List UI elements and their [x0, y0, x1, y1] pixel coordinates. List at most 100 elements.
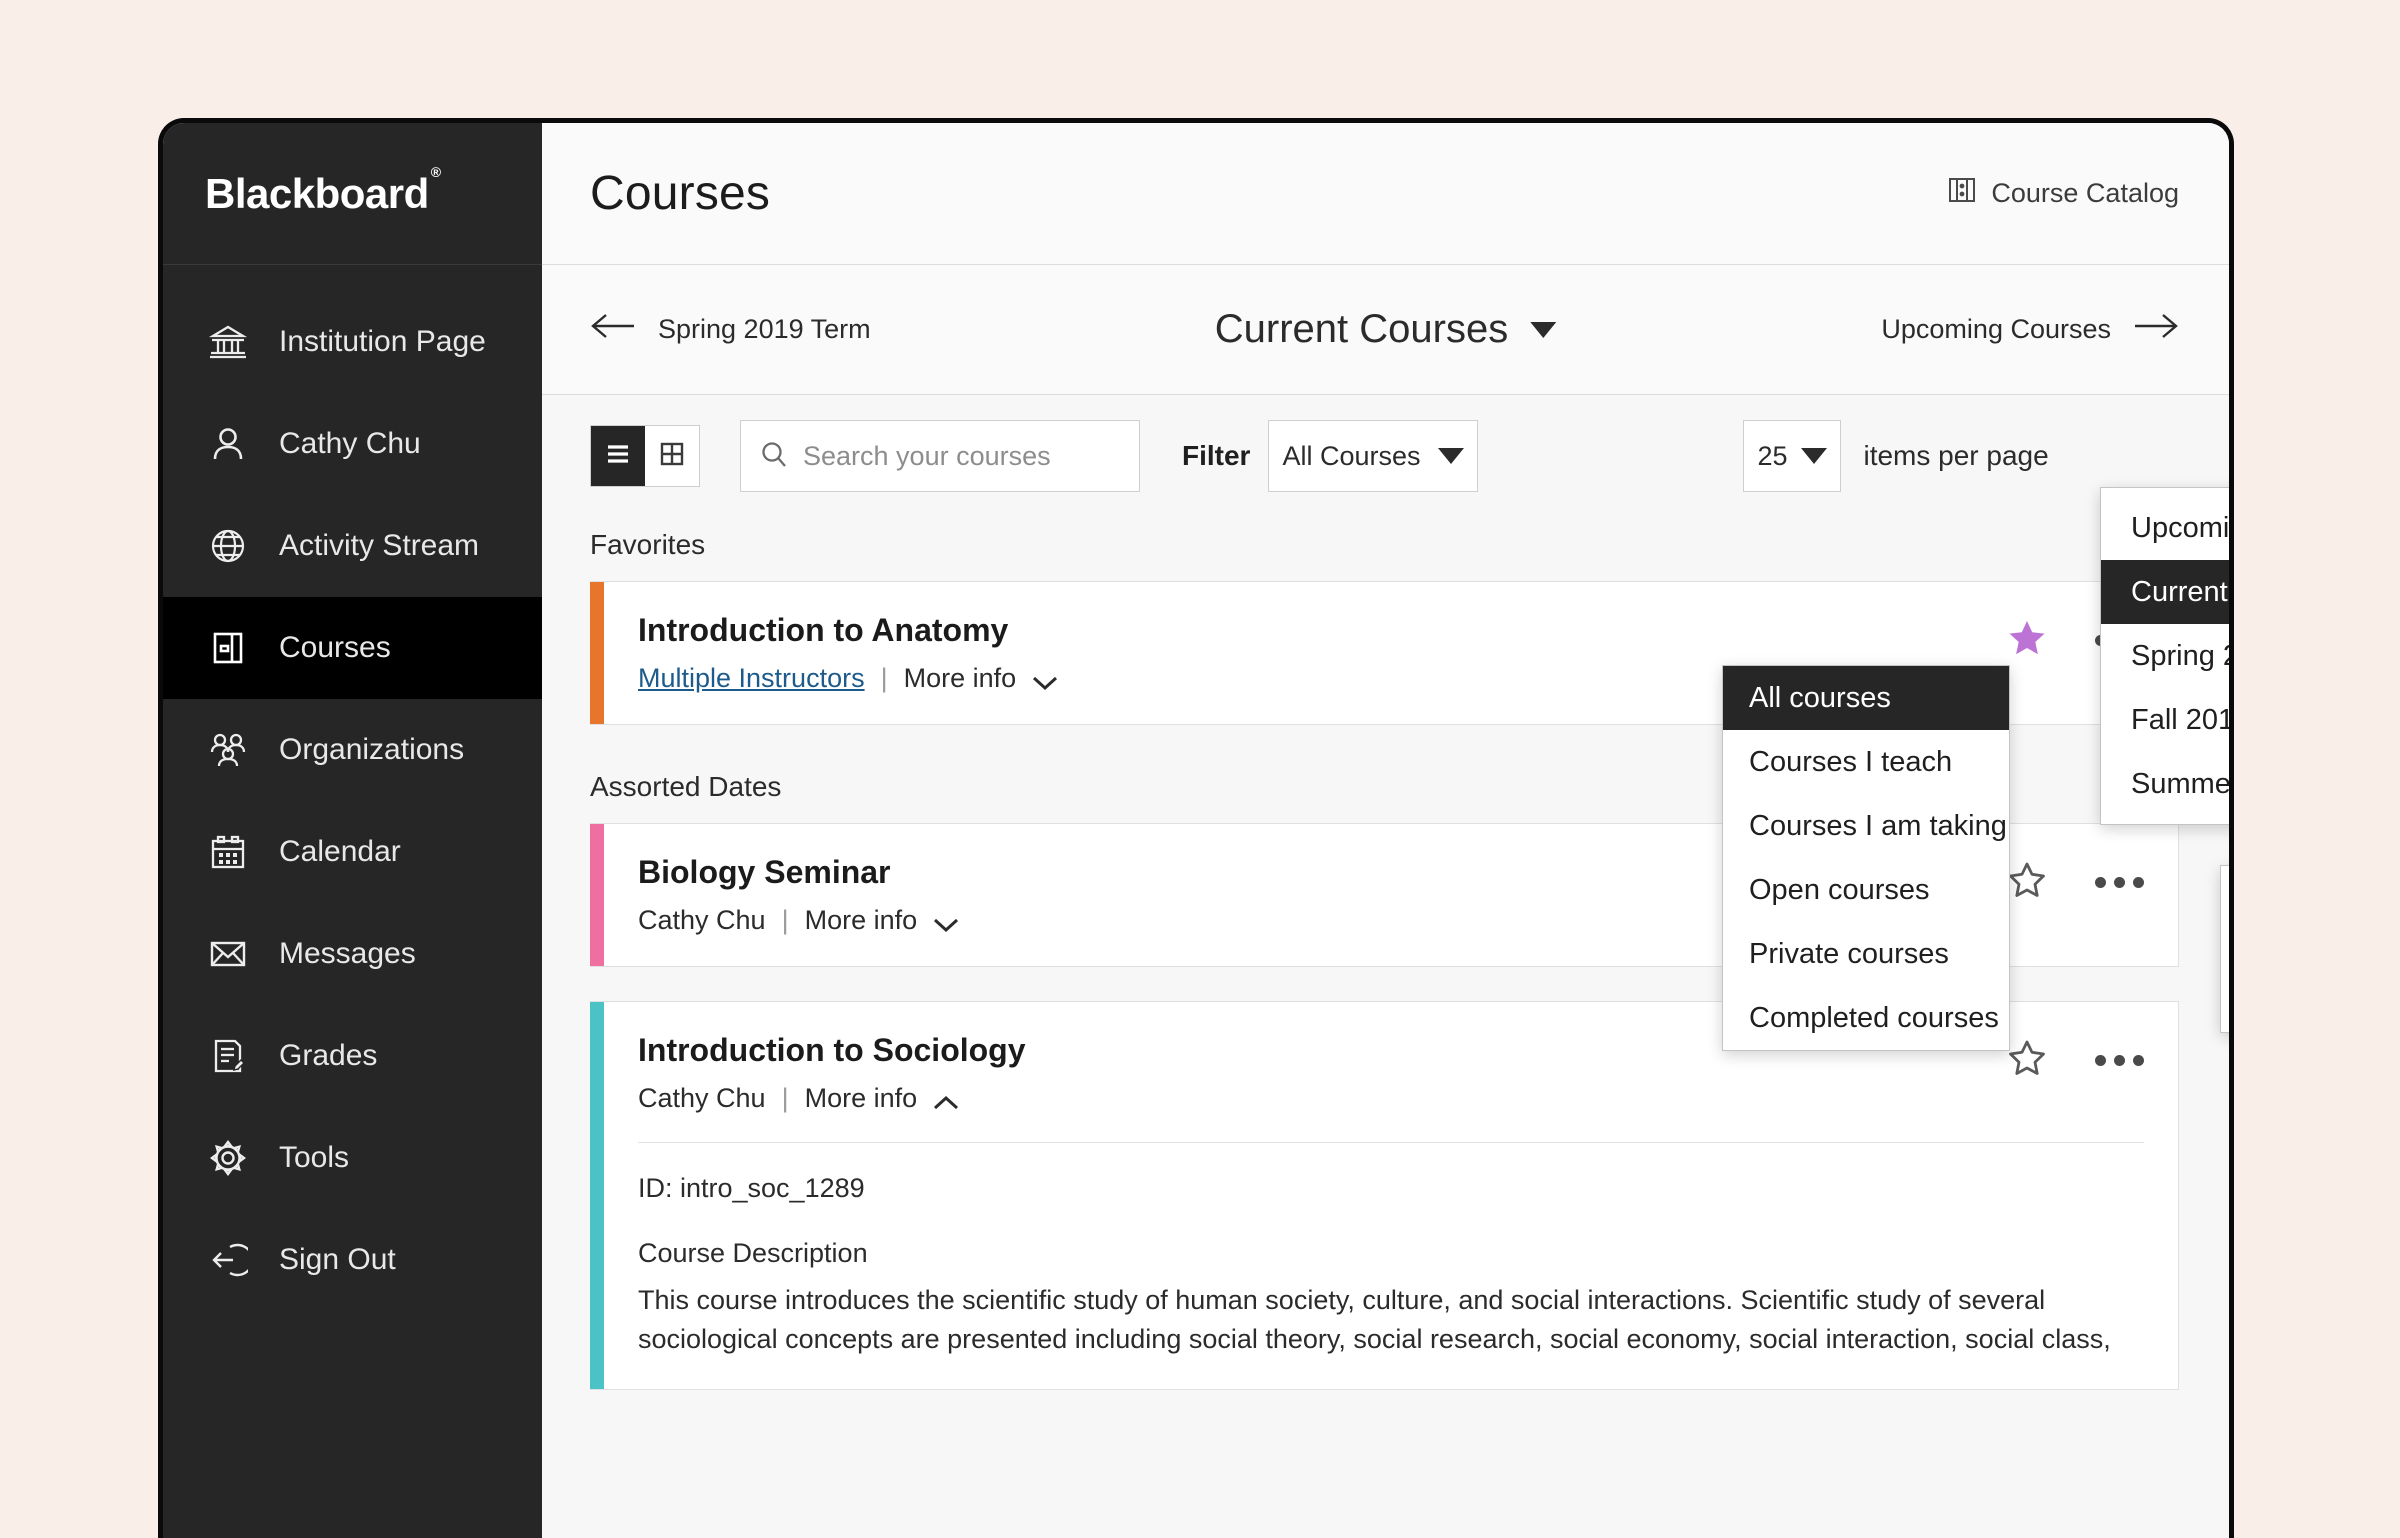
term-selector[interactable]: Current Courses [1214, 307, 1557, 352]
globe-icon [205, 523, 251, 569]
grades-icon [205, 1033, 251, 1079]
sidebar-item-label: Messages [279, 937, 416, 970]
chevron-down-icon [931, 911, 961, 932]
course-description-text: This course introduces the scientific st… [638, 1285, 2111, 1355]
term-dropdown-menu[interactable]: Upcoming Courses Current Courses Spring … [2100, 487, 2229, 825]
sidebar-item-label: Organizations [279, 733, 465, 766]
sidebar-nav: Institution Page Cathy Chu Activity Stre… [163, 265, 542, 1311]
more-info-toggle[interactable]: More info [805, 905, 962, 936]
sidebar-item-messages[interactable]: Messages [163, 903, 542, 1005]
course-description-heading: Course Description [638, 1238, 868, 1268]
list-view-icon [603, 439, 633, 474]
sidebar-item-label: Courses [279, 631, 391, 664]
search-input[interactable] [803, 440, 1121, 472]
book-icon [205, 625, 251, 671]
arrow-left-icon [590, 310, 636, 349]
favorite-star-icon[interactable] [2007, 618, 2047, 663]
term-menu-item-spring-2019-term[interactable]: Spring 2019 Term [2101, 624, 2229, 688]
meta-separator: | [781, 905, 789, 935]
chevron-up-icon [931, 1089, 961, 1109]
course-options-icon[interactable] [2095, 877, 2144, 888]
course-details-panel: ID: intro_soc_1289 Course Description Th… [638, 1114, 2144, 1359]
page-title: Courses [590, 167, 771, 220]
course-title[interactable]: Introduction to Anatomy [638, 612, 2007, 649]
term-menu-item-fall-2018-term[interactable]: Fall 2018 Term [2101, 688, 2229, 752]
filter-menu-item-courses-i-am-taking[interactable]: Courses I am taking [1723, 794, 2009, 858]
course-context-menu[interactable]: Complete or make course private Hide cou… [2220, 865, 2229, 1033]
next-term-button[interactable]: Upcoming Courses [1881, 310, 2179, 349]
more-info-label: More info [903, 663, 1017, 693]
brand-name: Blackboard [205, 169, 429, 217]
grid-view-button[interactable] [645, 426, 699, 486]
term-menu-item-upcoming-courses[interactable]: Upcoming Courses [2101, 496, 2229, 560]
filter-menu-item-courses-i-teach[interactable]: Courses I teach [1723, 730, 2009, 794]
envelope-icon [205, 931, 251, 977]
term-current-label: Current Courses [1214, 307, 1509, 351]
course-instructor: Cathy Chu [638, 905, 766, 935]
term-menu-item-summer-2018-term[interactable]: Summer 2018 Term [2101, 752, 2229, 816]
filter-menu-item-completed-courses[interactable]: Completed courses [1723, 986, 2009, 1050]
previous-term-label: Spring 2019 Term [658, 314, 871, 344]
sidebar-item-institution-page[interactable]: Institution Page [163, 291, 542, 393]
filter-menu-item-all-courses[interactable]: All courses [1723, 666, 2009, 730]
toolbar: Filter All Courses 25 items per page [542, 395, 2229, 517]
course-accent-bar [590, 824, 604, 966]
brand-logo[interactable]: Blackboard ® [163, 123, 542, 265]
view-toggle-group [590, 425, 700, 487]
filter-menu-item-private-courses[interactable]: Private courses [1723, 922, 2009, 986]
term-menu-item-current-courses[interactable]: Current Courses [2101, 560, 2229, 624]
context-menu-item-complete-or-make-course-private[interactable]: Complete or make course private [2221, 884, 2229, 949]
list-view-button[interactable] [591, 426, 645, 486]
course-accent-bar [590, 1002, 604, 1390]
previous-term-button[interactable]: Spring 2019 Term [590, 310, 871, 349]
course-card[interactable]: Introduction to Sociology Cathy Chu | Mo… [590, 1001, 2179, 1391]
sidebar-item-grades[interactable]: Grades [163, 1005, 542, 1107]
sidebar-item-cathy-chu[interactable]: Cathy Chu [163, 393, 542, 495]
course-catalog-link[interactable]: Course Catalog [1947, 175, 2179, 212]
catalog-icon [1947, 175, 1977, 212]
chevron-down-icon [1438, 448, 1465, 464]
course-instructor[interactable]: Multiple Instructors [638, 663, 865, 694]
course-id: ID: intro_soc_1289 [638, 1173, 865, 1203]
calendar-icon [205, 829, 251, 875]
chevron-down-icon [1530, 321, 1557, 338]
sidebar-item-label: Calendar [279, 835, 401, 868]
sidebar-item-label: Cathy Chu [279, 427, 421, 460]
search-icon [759, 439, 789, 474]
page-size-dropdown[interactable]: 25 [1743, 420, 1842, 492]
filter-dropdown-menu[interactable]: All courses Courses I teach Courses I am… [1722, 665, 2010, 1051]
institution-icon [205, 319, 251, 365]
course-accent-bar [590, 582, 604, 724]
page-header: Courses Course Catalog [542, 123, 2229, 265]
term-navigation-bar: Spring 2019 Term Current Courses Upcomin… [542, 265, 2229, 395]
sidebar-item-activity-stream[interactable]: Activity Stream [163, 495, 542, 597]
main-content: Courses Course Catalog Spring 2019 Term … [542, 123, 2229, 1538]
more-info-toggle[interactable]: More info [904, 663, 1061, 694]
sidebar-item-label: Activity Stream [279, 529, 480, 562]
sidebar-item-label: Tools [279, 1141, 350, 1174]
sidebar-item-label: Grades [279, 1039, 378, 1072]
filter-dropdown[interactable]: All Courses [1268, 420, 1479, 492]
sidebar-item-label: Institution Page [279, 325, 486, 358]
course-options-icon[interactable] [2095, 1055, 2144, 1066]
more-info-toggle[interactable]: More info [805, 1083, 962, 1114]
user-icon [205, 421, 251, 467]
meta-separator: | [781, 1083, 789, 1113]
gear-icon [205, 1135, 251, 1181]
sidebar-item-sign-out[interactable]: Sign Out [163, 1209, 542, 1311]
sidebar-item-tools[interactable]: Tools [163, 1107, 542, 1209]
more-info-label: More info [804, 905, 918, 935]
filter-label: Filter [1182, 440, 1251, 471]
filter-menu-item-open-courses[interactable]: Open courses [1723, 858, 2009, 922]
meta-separator: | [880, 663, 888, 693]
brand-trademark: ® [430, 163, 441, 180]
sidebar-item-organizations[interactable]: Organizations [163, 699, 542, 801]
favorite-star-icon[interactable] [2007, 1038, 2047, 1083]
favorite-star-icon[interactable] [2007, 860, 2047, 905]
sidebar-item-courses[interactable]: Courses [163, 597, 542, 699]
sidebar-item-calendar[interactable]: Calendar [163, 801, 542, 903]
more-info-label: More info [804, 1083, 918, 1113]
course-catalog-label: Course Catalog [1991, 178, 2179, 208]
context-menu-item-hide-course[interactable]: Hide course [2221, 949, 2229, 1014]
search-field[interactable] [740, 420, 1140, 492]
